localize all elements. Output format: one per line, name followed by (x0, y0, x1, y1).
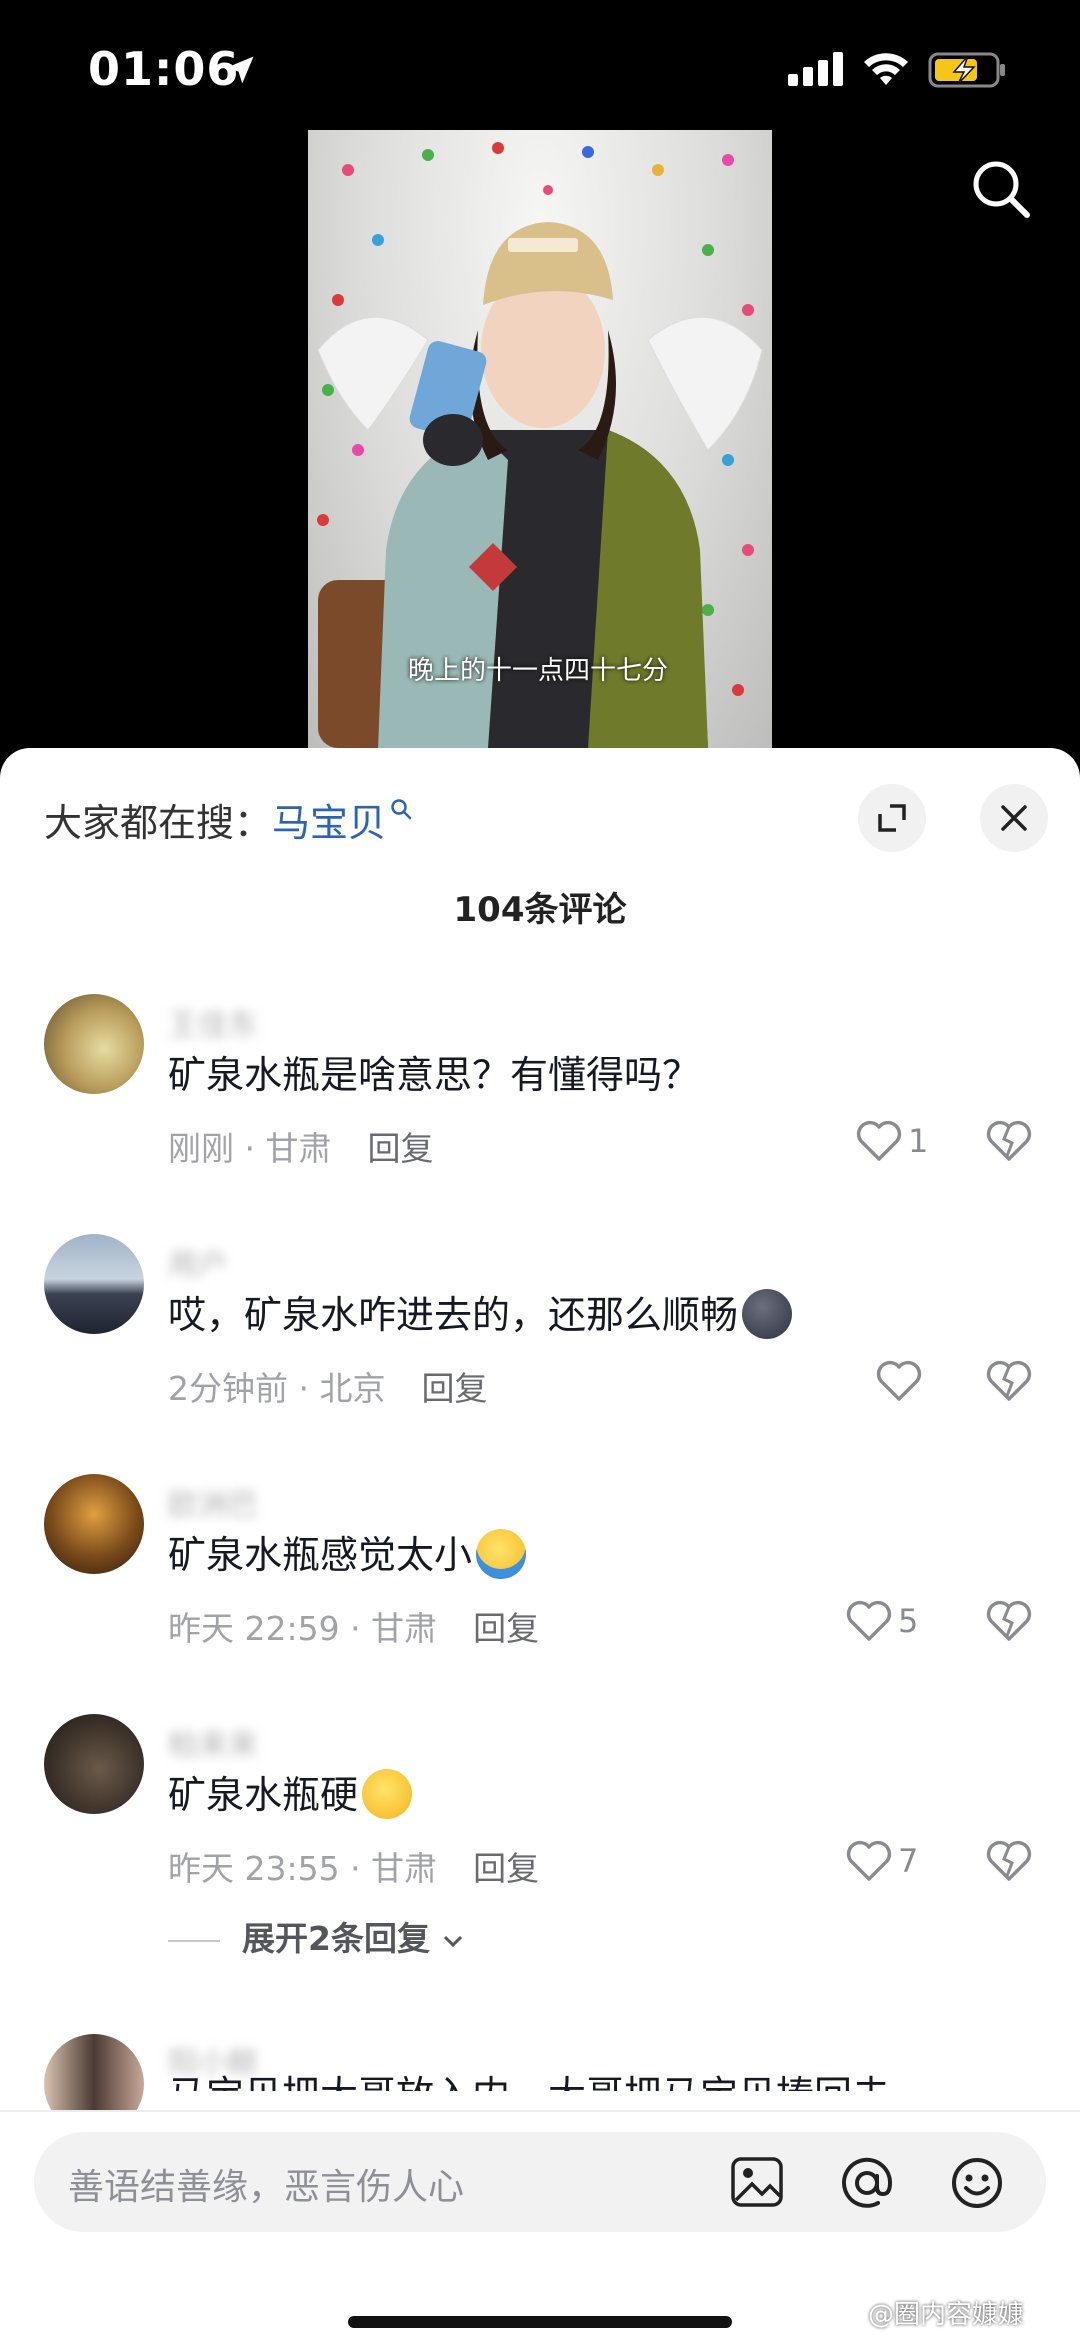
image-icon[interactable] (730, 2156, 784, 2208)
comment-meta: 2分钟前 · 北京 回复 (168, 1362, 487, 1410)
comment-username[interactable]: 用户 (168, 1240, 228, 1284)
status-time: 01:06 (88, 42, 240, 96)
heart-icon (876, 1360, 922, 1401)
trending-search[interactable]: 大家都在搜：马宝贝 (44, 792, 412, 847)
search-icon[interactable] (970, 158, 1032, 220)
moon-emoji-icon (742, 1288, 793, 1339)
comment-text[interactable]: 矿泉水瓶感觉太小 (168, 1524, 527, 1583)
trending-label: 大家都在搜： (44, 801, 273, 845)
expand-replies-label: 展开2条回复 (242, 1919, 430, 1958)
comment-text[interactable]: 矿泉水瓶是啥意思？有懂得吗？ (168, 1044, 700, 1099)
comment-count: 104条评论 (453, 890, 627, 930)
trending-keyword[interactable]: 马宝贝 (272, 801, 386, 845)
chevron-down-icon (444, 1935, 463, 1947)
expand-icon (878, 804, 906, 832)
like-button[interactable]: 5 (846, 1600, 918, 1642)
comment-meta: 昨天 23:55 · 甘肃 回复 (168, 1842, 539, 1890)
comment-meta: 刚刚 · 甘肃 回复 (168, 1122, 433, 1170)
like-button[interactable]: 1 (856, 1120, 928, 1162)
divider-line (168, 1939, 220, 1942)
heart-icon (856, 1120, 902, 1161)
comment-item: 用户 哎，矿泉水咋进去的，还那么顺畅 2分钟前 · 北京 回复 (0, 1234, 1080, 1464)
status-bar: 01:06 (0, 0, 1080, 140)
watermark: @圈内容嫝嫝 (868, 2300, 1025, 2330)
comment-item: 欧洲巴 矿泉水瓶感觉太小 昨天 22:59 · 甘肃 回复 5 (0, 1474, 1080, 1704)
close-icon (1001, 805, 1027, 831)
comment-meta: 昨天 22:59 · 甘肃 回复 (168, 1602, 539, 1650)
emoji-icon[interactable] (950, 2156, 1004, 2210)
comment-item: 王佳东 矿泉水瓶是啥意思？有懂得吗？ 刚刚 · 甘肃 回复 1 (0, 994, 1080, 1224)
comment-text-content: 矿泉水瓶感觉太小 (168, 1533, 473, 1577)
comment-text[interactable]: 哎，矿泉水咋进去的，还那么顺畅 (168, 1284, 793, 1343)
heart-icon (846, 1600, 892, 1641)
wifi-icon (864, 53, 908, 85)
close-button[interactable] (980, 784, 1048, 852)
comment-text-content: 哎，矿泉水咋进去的，还那么顺畅 (168, 1293, 739, 1337)
like-count: 1 (908, 1122, 929, 1160)
comment-text-content: 矿泉水瓶硬 (168, 1773, 359, 1817)
comment-text[interactable]: 矿泉水瓶硬 (168, 1764, 413, 1823)
comment-time-location: 昨天 23:55 · 甘肃 (168, 1849, 438, 1888)
reply-button[interactable]: 回复 (473, 1849, 539, 1888)
comment-time-location: 昨天 22:59 · 甘肃 (168, 1609, 438, 1648)
comment-time-location: 刚刚 · 甘肃 (168, 1129, 332, 1168)
comment-sheet: 大家都在搜：马宝贝 104条评论 王佳东 矿泉水瓶是啥意思？有懂得吗？ 刚刚 ·… (0, 748, 1080, 2338)
comment-username[interactable]: 欧洲巴 (168, 1480, 258, 1524)
home-indicator[interactable] (348, 2316, 732, 2328)
comment-item: 柏来来 矿泉水瓶硬 昨天 23:55 · 甘肃 回复 7 (0, 1714, 1080, 1944)
reply-button[interactable]: 回复 (421, 1369, 487, 1408)
smile-emoji-icon (362, 1768, 413, 1819)
battery-charging-icon (928, 52, 1005, 88)
like-count: 5 (898, 1602, 919, 1640)
video-subtitle: 晚上的十一点四十七分 (408, 656, 669, 686)
at-mention-icon[interactable] (840, 2156, 894, 2210)
avatar[interactable] (44, 1714, 144, 1814)
like-button[interactable]: 7 (846, 1840, 918, 1882)
expand-button[interactable] (858, 784, 926, 852)
broken-heart-icon[interactable] (986, 1120, 1032, 1162)
reply-button[interactable]: 回复 (473, 1609, 539, 1648)
avatar[interactable] (44, 1474, 144, 1574)
location-arrow-icon (226, 56, 254, 84)
broken-heart-icon[interactable] (986, 1600, 1032, 1642)
laughing-emoji-icon (476, 1528, 527, 1579)
like-count: 7 (898, 1842, 919, 1880)
cellular-signal-icon (788, 52, 843, 86)
comment-username[interactable]: 柏来来 (168, 1720, 258, 1764)
comment-username[interactable]: 王佳东 (168, 1000, 258, 1044)
reply-button[interactable]: 回复 (367, 1129, 433, 1168)
comment-time-location: 2分钟前 · 北京 (168, 1369, 386, 1408)
broken-heart-icon[interactable] (986, 1840, 1032, 1882)
avatar[interactable] (44, 1234, 144, 1334)
video-player[interactable]: 晚上的十一点四十七分 (308, 130, 772, 748)
expand-replies-button[interactable]: 展开2条回复 (168, 1912, 465, 1960)
like-button[interactable] (876, 1360, 928, 1402)
broken-heart-icon[interactable] (986, 1360, 1032, 1402)
comment-input[interactable]: 善语结善缘，恶言伤人心 (34, 2132, 1046, 2232)
heart-icon (846, 1840, 892, 1881)
comment-input-placeholder: 善语结善缘，恶言伤人心 (68, 2167, 465, 2208)
small-search-icon (391, 799, 412, 820)
avatar[interactable] (44, 994, 144, 1094)
